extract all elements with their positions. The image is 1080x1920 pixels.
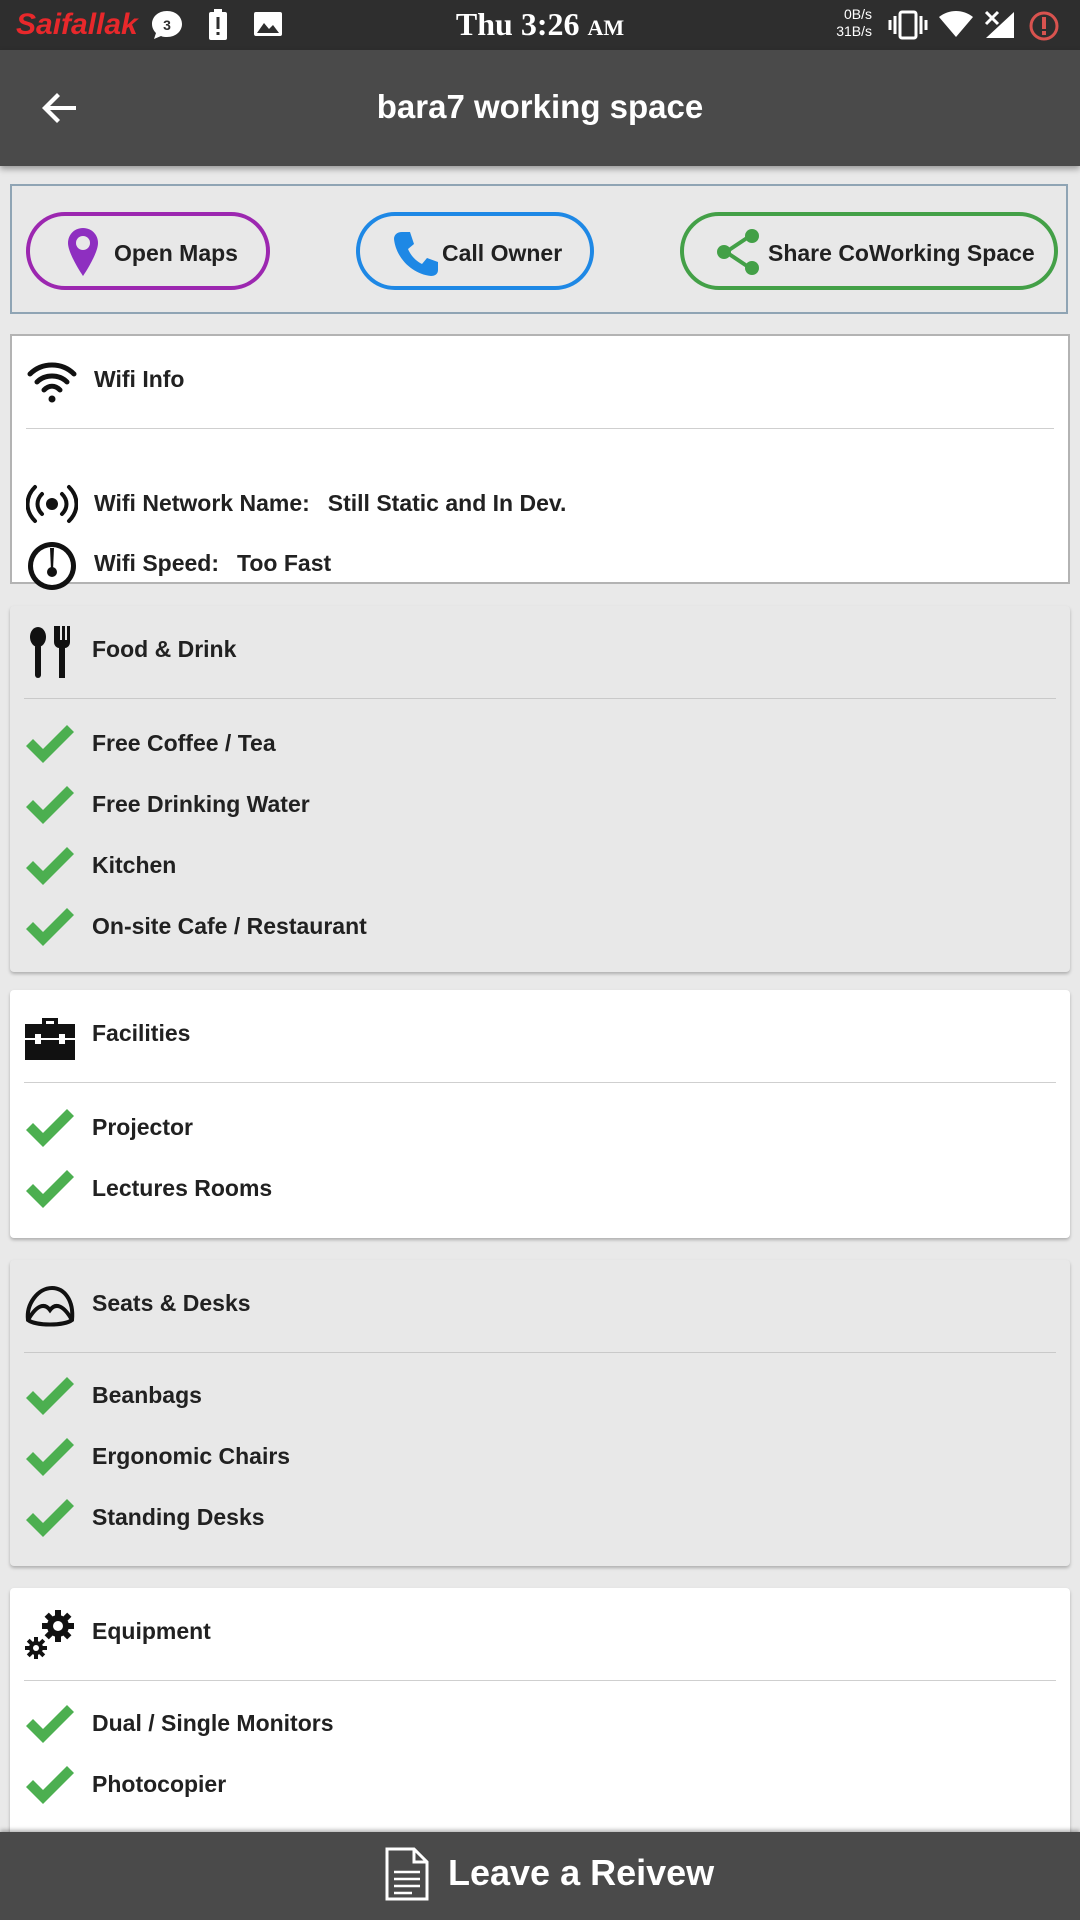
food-item-label: On-site Cafe / Restaurant	[92, 913, 367, 939]
page-title: bara7 working space	[376, 88, 704, 125]
seats-item-row: Standing Desks	[10, 1488, 1070, 1548]
status-bar: Saifallak 3 Thu 3:26 AM 0B/s 31B/s	[0, 0, 1080, 50]
network-speed: 0B/s 31B/s	[826, 6, 872, 40]
share-label: Share CoWorking Space	[768, 240, 1035, 266]
equipment-card: Equipment Dual / Single Monitors Photoco…	[10, 1588, 1070, 1858]
spoon-fork-icon	[24, 626, 76, 678]
wifi-status-icon	[938, 10, 974, 43]
wifi-network-text: Wifi Network Name: Still Static and In De…	[94, 490, 566, 517]
facilities-header: Facilities	[10, 990, 1070, 1082]
toolbox-icon	[24, 1010, 76, 1062]
equipment-title: Equipment	[92, 1618, 211, 1644]
checkmark-icon	[24, 720, 76, 768]
facilities-card: Facilities Projector Lectures Rooms	[10, 990, 1070, 1238]
food-item-row: Free Coffee / Tea	[10, 714, 1070, 774]
seats-item-row: Beanbags	[10, 1366, 1070, 1426]
facilities-item-row: Projector	[10, 1098, 1070, 1158]
food-drink-card: Food & Drink Free Coffee / Tea Free Drin…	[10, 606, 1070, 972]
share-icon	[717, 229, 759, 275]
beanbag-icon	[24, 1280, 76, 1332]
gears-icon	[24, 1608, 76, 1660]
food-item-row: Kitchen	[10, 836, 1070, 896]
call-owner-button[interactable]: Call Owner	[356, 212, 594, 290]
signal-icon	[984, 10, 1016, 45]
wifi-speed-text: Wifi Speed: Too Fast	[94, 550, 331, 577]
open-maps-button[interactable]: Open Maps	[26, 212, 270, 290]
divider	[24, 1352, 1056, 1353]
wifi-info-title: Wifi Info	[94, 366, 185, 392]
wifi-speed-value: Too Fast	[237, 550, 332, 576]
checkmark-icon	[24, 842, 76, 890]
wifi-speed-row: Wifi Speed: Too Fast	[12, 534, 1068, 594]
facilities-item-label: Projector	[92, 1114, 193, 1140]
wifi-speed-label: Wifi Speed:	[94, 550, 220, 576]
equipment-item-row: Dual / Single Monitors	[10, 1694, 1070, 1754]
facilities-title: Facilities	[92, 1020, 191, 1046]
seats-desks-card: Seats & Desks Beanbags Ergonomic Chairs …	[10, 1260, 1070, 1566]
seats-item-label: Standing Desks	[92, 1504, 265, 1530]
checkmark-icon	[24, 1372, 76, 1420]
facilities-item-label: Lectures Rooms	[92, 1175, 273, 1201]
app-bar: bara7 working space	[0, 50, 1080, 166]
food-drink-header: Food & Drink	[10, 606, 1070, 698]
wifi-network-label: Wifi Network Name:	[94, 490, 310, 516]
checkmark-icon	[24, 1165, 76, 1213]
food-drink-title: Food & Drink	[92, 636, 237, 662]
food-item-row: On-site Cafe / Restaurant	[10, 897, 1070, 957]
checkmark-icon	[24, 1104, 76, 1152]
checkmark-icon	[24, 1433, 76, 1481]
alert-icon	[1028, 10, 1060, 47]
checkmark-icon	[24, 781, 76, 829]
vibrate-icon	[888, 10, 928, 45]
clock-time: Thu 3:26	[455, 6, 580, 42]
equipment-item-label: Dual / Single Monitors	[92, 1710, 334, 1736]
food-item-label: Free Coffee / Tea	[92, 730, 276, 756]
leave-review-label: Leave a Reivew	[448, 1852, 715, 1893]
divider	[24, 1680, 1056, 1681]
checkmark-icon	[24, 903, 76, 951]
equipment-item-label: Photocopier	[92, 1771, 227, 1797]
wifi-info-header: Wifi Info	[12, 336, 1068, 428]
document-icon	[384, 1846, 430, 1907]
clock-ampm: AM	[587, 15, 625, 40]
checkmark-icon	[24, 1700, 76, 1748]
food-item-row: Free Drinking Water	[10, 775, 1070, 835]
seats-item-label: Ergonomic Chairs	[92, 1443, 291, 1469]
share-coworking-button[interactable]: Share CoWorking Space	[680, 212, 1058, 290]
food-item-label: Kitchen	[92, 852, 177, 878]
wifi-network-value: Still Static and In Dev.	[327, 490, 567, 516]
equipment-header: Equipment	[10, 1588, 1070, 1680]
seats-desks-header: Seats & Desks	[10, 1260, 1070, 1352]
divider	[24, 698, 1056, 699]
wifi-info-card: Wifi Info Wifi Network Name: Still Static…	[10, 334, 1070, 590]
open-maps-label: Open Maps	[114, 240, 238, 266]
map-pin-icon	[68, 228, 98, 276]
call-owner-label: Call Owner	[442, 240, 563, 266]
seats-item-row: Ergonomic Chairs	[10, 1427, 1070, 1487]
actions-card: Open Maps Call Owner Share CoWorking Spa…	[10, 184, 1068, 314]
facilities-item-row: Lectures Rooms	[10, 1159, 1070, 1219]
leave-review-button[interactable]: Leave a Reivew	[0, 1832, 1080, 1920]
broadcast-icon	[25, 480, 79, 528]
seats-item-label: Beanbags	[92, 1382, 202, 1408]
speedometer-icon	[26, 540, 78, 590]
wifi-icon	[26, 356, 78, 408]
equipment-item-row: Photocopier	[10, 1755, 1070, 1815]
phone-icon	[394, 232, 438, 276]
seats-desks-title: Seats & Desks	[92, 1290, 251, 1316]
divider	[26, 428, 1054, 429]
checkmark-icon	[24, 1494, 76, 1542]
divider	[24, 1082, 1056, 1083]
wifi-network-row: Wifi Network Name: Still Static and In De…	[12, 474, 1068, 534]
net-down: 0B/s	[843, 6, 872, 22]
checkmark-icon	[24, 1761, 76, 1809]
food-item-label: Free Drinking Water	[92, 791, 310, 817]
net-up: 31B/s	[836, 23, 872, 39]
